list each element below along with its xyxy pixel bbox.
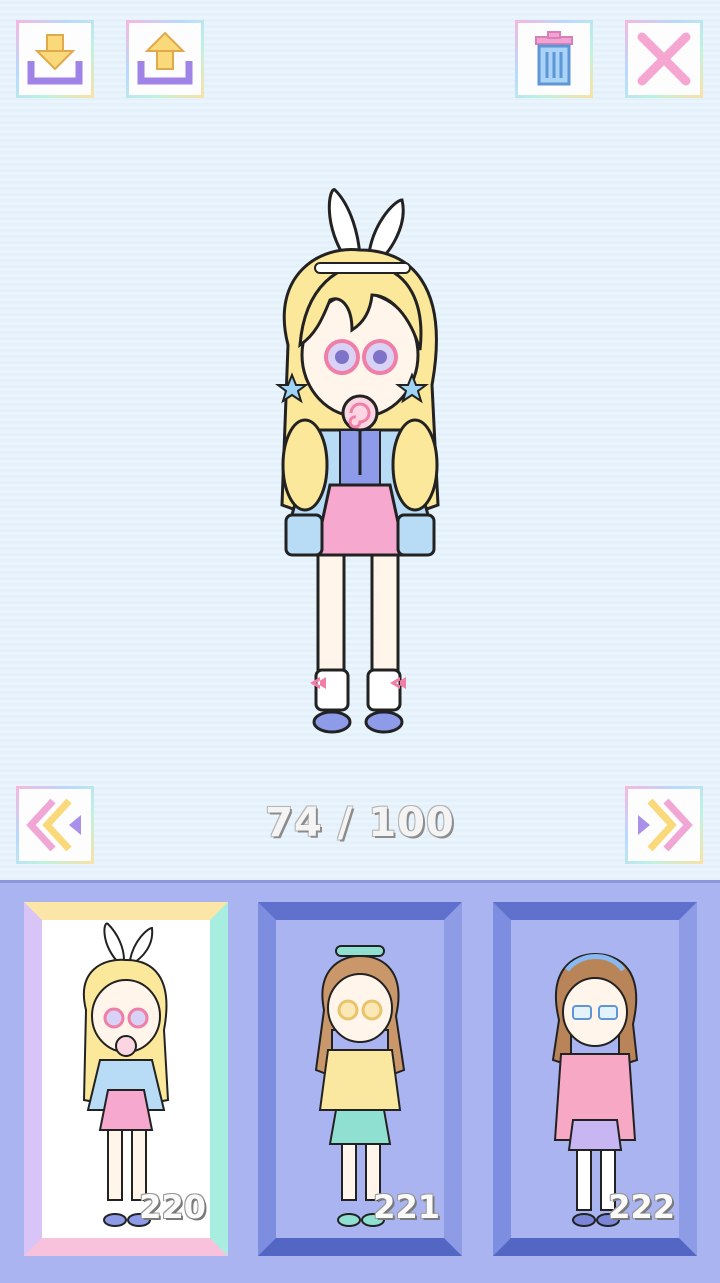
page-counter: 74 / 100 (265, 800, 455, 846)
upload-icon (137, 31, 193, 85)
outfit-slot-220[interactable]: 220 (24, 902, 228, 1256)
delete-button[interactable] (515, 20, 593, 98)
download-icon (27, 34, 83, 85)
close-icon (637, 32, 691, 86)
next-button[interactable] (625, 786, 703, 864)
outfit-slot-222[interactable]: 222 (493, 902, 697, 1256)
upload-button[interactable] (126, 20, 204, 98)
trash-icon (535, 31, 573, 86)
double-chevron-left-icon (26, 798, 81, 852)
previous-button[interactable] (16, 786, 94, 864)
double-chevron-right-icon (638, 798, 693, 852)
download-button[interactable] (16, 20, 94, 98)
close-button[interactable] (625, 20, 703, 98)
outfit-slot-221[interactable]: 221 (258, 902, 462, 1256)
outfit-number: 220 (139, 1188, 206, 1226)
outfit-number: 221 (373, 1188, 440, 1226)
main-character (275, 188, 440, 734)
outfit-number: 222 (608, 1188, 675, 1226)
